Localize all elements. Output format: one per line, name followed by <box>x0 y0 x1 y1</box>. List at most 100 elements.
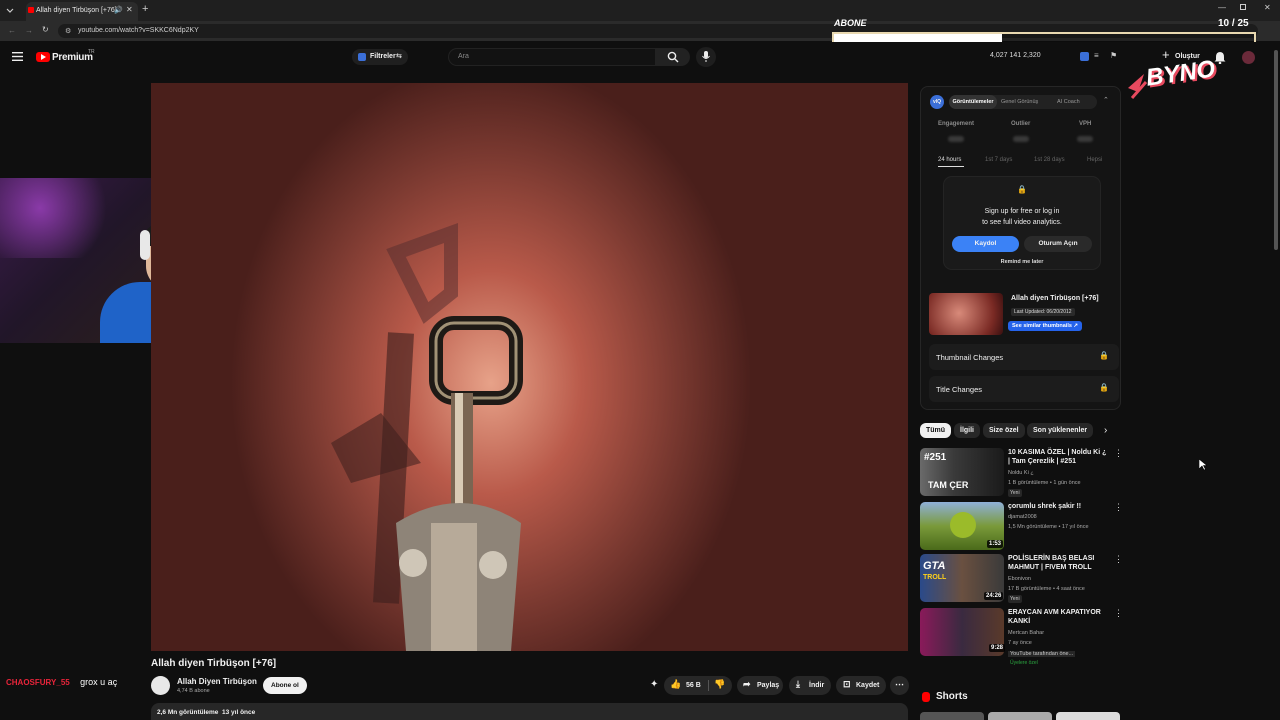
page-scrollbar[interactable] <box>1274 50 1278 250</box>
chat-text: grox u aç <box>80 677 118 687</box>
tab-list-icon[interactable] <box>6 6 14 14</box>
site-info-icon[interactable]: ⚙ <box>65 27 71 35</box>
speaker-icon[interactable]: 🔊 <box>114 6 123 14</box>
similar-thumbnails-button[interactable]: See similar thumbnails ↗ <box>1008 321 1083 331</box>
shorts-thumbnail[interactable] <box>988 712 1052 720</box>
more-actions-button[interactable]: ⋯ <box>890 676 909 695</box>
search-icon <box>667 51 679 63</box>
filter-button[interactable]: Filtreler ⇆ <box>352 49 408 65</box>
range-all[interactable]: Hepsi <box>1087 157 1102 163</box>
chip-related[interactable]: İlgili <box>954 423 980 438</box>
badge-icon[interactable]: ⚑ <box>1110 51 1117 60</box>
rec-title: çorumlu shrek şakir !! <box>1008 503 1082 510</box>
search-input[interactable]: Ara <box>448 48 656 66</box>
share-button[interactable]: ➦ Paylaş <box>737 676 783 695</box>
chat-user: CHAOSFURY_55 <box>6 678 70 687</box>
channel-stats: 4,027 141 2,320 <box>990 52 1041 59</box>
chip-recent[interactable]: Son yüklenenler <box>1027 423 1094 438</box>
minimize-icon[interactable]: — <box>1218 3 1226 12</box>
list-item[interactable]: 1:53 çorumlu shrek şakir !! djamat2008 1… <box>920 502 1123 552</box>
shorts-thumbnail[interactable] <box>920 712 984 720</box>
range-28d[interactable]: 1st 28 days <box>1034 157 1065 163</box>
abone-label: ABONE <box>834 18 867 28</box>
channel-name[interactable]: Allah Diyen Tirbüşon <box>177 677 257 686</box>
youtube-favicon-icon <box>28 7 34 13</box>
menu-icon[interactable] <box>12 52 23 61</box>
list-icon[interactable]: ≡ <box>1094 51 1099 60</box>
filter-label: Filtreler <box>370 53 396 60</box>
logo-text: Premium <box>52 52 93 63</box>
description-box[interactable]: 2,6 Mn görüntüleme 13 yıl önce <box>151 703 908 720</box>
rec-duration: 9:28 <box>989 644 1006 652</box>
download-button[interactable]: ⤓ İndir <box>789 676 831 695</box>
voice-search-button[interactable] <box>696 47 716 67</box>
close-tab-icon[interactable]: ✕ <box>126 5 133 14</box>
more-vert-icon[interactable]: ⋮ <box>1114 502 1123 513</box>
range-24h[interactable]: 24 hours <box>938 157 961 163</box>
tab-ai-coach[interactable]: AI Coach <box>1057 99 1080 105</box>
browser-tab[interactable]: Allah diyen Tirbüşon [+76] 🔊 ✕ <box>26 2 138 21</box>
download-label: İndir <box>809 682 825 689</box>
channel-avatar[interactable] <box>151 676 170 695</box>
chip-for-you[interactable]: Size özel <box>983 423 1025 438</box>
rec-badge: Üyelere özel <box>1010 660 1038 666</box>
url-text: youtube.com/watch?v=SKKC6Ndp2KY <box>78 27 199 34</box>
rec-duration: 24:26 <box>984 592 1004 600</box>
subscribe-label: Abone ol <box>271 682 299 689</box>
dislike-icon[interactable]: 👎 <box>714 679 725 690</box>
rec-title: 10 KASIMA ÖZEL | Noldu Ki ¿ | Tam Çerezl… <box>1008 449 1107 465</box>
subscribe-button[interactable]: Abone ol <box>263 677 307 694</box>
tab-overview[interactable]: Genel Görünüş <box>1001 99 1038 105</box>
more-vert-icon[interactable]: ⋮ <box>1114 448 1123 459</box>
rec-thumbnail: #251 TAM ÇER <box>920 448 1004 496</box>
rec-channel: Noldu Ki ¿ <box>1008 470 1034 476</box>
save-button[interactable]: ⊡ Kaydet <box>836 676 886 695</box>
video-thumbnail-small <box>929 293 1003 335</box>
avatar[interactable] <box>1242 51 1255 64</box>
video-player[interactable] <box>151 83 908 651</box>
remind-later-link[interactable]: Remind me later <box>944 259 1100 265</box>
new-tab-icon[interactable]: + <box>142 3 148 15</box>
like-count[interactable]: 56 B <box>686 682 701 689</box>
list-item[interactable]: #251 TAM ÇER 10 KASIMA ÖZEL | Noldu Ki ¿… <box>920 448 1123 498</box>
collapse-icon[interactable]: ⌃ <box>1103 96 1109 104</box>
chip-all[interactable]: Tümü <box>920 423 952 438</box>
more-vert-icon[interactable]: ⋮ <box>1114 554 1123 565</box>
filter-logo-icon <box>358 53 366 61</box>
corkscrew-image <box>331 223 523 651</box>
chat-message: CHAOSFURY_55 grox u aç <box>6 672 117 690</box>
back-icon[interactable]: ← <box>8 26 16 35</box>
notification-bell-icon[interactable] <box>1214 51 1226 64</box>
thumbnail-changes-row[interactable]: Thumbnail Changes 🔒 <box>929 344 1119 370</box>
rec-channel: djamat2008 <box>1008 514 1037 520</box>
rec-channel: Ebonivon <box>1008 576 1031 582</box>
search-button[interactable] <box>656 48 690 66</box>
signup-card: 🔒 Sign up for free or log in to see full… <box>944 177 1100 269</box>
chevron-right-icon[interactable]: › <box>1104 425 1107 436</box>
shorts-label: Shorts <box>936 691 968 702</box>
reload-icon[interactable]: ↻ <box>42 25 49 34</box>
signup-button[interactable]: Kaydol <box>952 236 1019 252</box>
byno-logo: BYNO <box>1124 52 1217 102</box>
rec-badge: Yeni <box>1008 489 1022 497</box>
signup-line-1: Sign up for free or log in <box>984 208 1060 215</box>
rec-meta: 7 ay önce <box>1008 640 1032 646</box>
tab-views[interactable]: Görüntülemeler <box>949 95 997 109</box>
maximize-icon[interactable] <box>1240 4 1246 10</box>
rec-duration: 1:53 <box>987 540 1004 548</box>
vidiq-icon[interactable] <box>1080 52 1089 61</box>
rec-channel: Mertcan Bahar <box>1008 630 1045 636</box>
sparkle-icon[interactable]: ✦ <box>650 679 658 690</box>
like-icon[interactable]: 👍 <box>670 679 681 690</box>
range-7d[interactable]: 1st 7 days <box>985 157 1012 163</box>
signup-line-2: to see full video analytics. <box>982 219 1062 226</box>
list-item[interactable]: 9:28 ERAYCAN AVM KAPATIYOR KANKİ Mertcan… <box>920 608 1123 668</box>
list-item[interactable]: GTA TROLL 24:26 POLİSLERİN BAŞ BELASI MA… <box>920 554 1123 604</box>
forward-icon[interactable]: → <box>25 26 33 35</box>
shorts-thumbnail[interactable] <box>1056 712 1120 720</box>
lock-icon: 🔒 <box>1099 351 1109 360</box>
login-button[interactable]: Oturum Açın <box>1024 236 1092 252</box>
title-changes-row[interactable]: Title Changes 🔒 <box>929 376 1119 402</box>
close-window-icon[interactable]: ✕ <box>1264 3 1271 12</box>
more-vert-icon[interactable]: ⋮ <box>1114 608 1123 619</box>
